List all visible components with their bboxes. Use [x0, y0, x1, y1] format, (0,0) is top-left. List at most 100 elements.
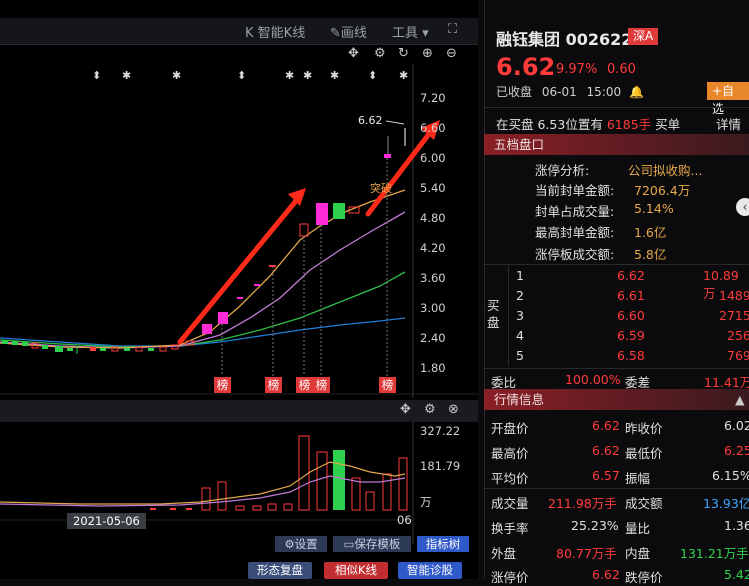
max-seal-value: 1.6亿	[634, 225, 667, 240]
move-icon[interactable]: ✥	[400, 402, 411, 417]
chevron-up-icon[interactable]: ▲	[735, 389, 745, 410]
ranking-marker[interactable]: 榜	[265, 377, 282, 393]
volume-tick: 327.22	[420, 424, 461, 438]
volume-panel-header: ✥ ⚙ ⊗	[0, 400, 478, 422]
indicator-tree-button[interactable]: 指标树	[417, 536, 469, 552]
bid-prefix: 在买盘	[496, 117, 534, 132]
volume-unit: 万	[420, 495, 432, 509]
turnover-rate-label: 换手率	[491, 521, 529, 536]
open-value: 6.62	[592, 418, 620, 433]
limit-turnover-value: 5.8亿	[634, 247, 667, 262]
kline-chart-area[interactable]: K 智能K线 ✎画线 工具 ▾ ⛶ ✥ ⚙ ↻ ⊕ ⊖ ⬍ ✱ ✱ ⬍ ✱ ✱ …	[0, 0, 478, 579]
gear-icon[interactable]: ⚙	[424, 402, 436, 417]
low-value: 6.25	[724, 443, 749, 458]
detail-link[interactable]: 详情	[716, 114, 741, 133]
price-tick: 3.60	[420, 271, 446, 285]
stock-title: 融钰集团 002622	[496, 26, 632, 50]
turnover-amount-value: 13.93亿	[703, 496, 749, 511]
low-label: 最低价	[625, 446, 663, 461]
bid-price: 6.60	[617, 308, 645, 323]
bid-level: 2	[516, 288, 524, 303]
candlestick-plot[interactable]: ⬍ ✱ ✱ ⬍ ✱ ✱ ✱ ⬍ ✱ 6.62 突破	[0, 0, 478, 400]
prev-close-value: 6.02	[724, 418, 749, 433]
stock-name: 融钰集团	[496, 30, 561, 49]
stock-code: 002622	[565, 30, 633, 49]
save-template-button[interactable]: ▭保存模板	[333, 536, 411, 552]
close-icon[interactable]: ⊗	[448, 402, 459, 417]
bid-volume: 256	[727, 328, 749, 343]
bid-volume: 769	[727, 348, 749, 363]
seal-ratio-label: 封单占成交量:	[535, 204, 615, 219]
limit-turnover-label: 涨停板成交额:	[535, 247, 615, 262]
five-level-title: 五档盘口	[494, 137, 545, 152]
tab-smart-diagnose[interactable]: 智能诊股	[398, 562, 462, 579]
ranking-marker[interactable]: 榜	[296, 377, 313, 393]
price-tick: 6.60	[420, 121, 446, 135]
bid-volume: 6185手	[606, 117, 652, 132]
day-label: 06	[397, 513, 412, 527]
bid-level: 3	[516, 308, 524, 323]
price-tick: 4.80	[420, 211, 446, 225]
seal-amount-value: 7206.4万	[634, 183, 691, 198]
star-marker[interactable]: ✱	[172, 69, 181, 82]
high-label: 最高价	[491, 446, 529, 461]
ranking-marker[interactable]: 榜	[379, 377, 396, 393]
star-marker[interactable]: ✱	[330, 69, 339, 82]
status-date: 06-01	[541, 85, 577, 99]
gear-icon: ⚙	[284, 537, 295, 551]
limit-up-label: 涨停价	[491, 570, 529, 585]
volume-ratio-value: 1.36	[724, 518, 749, 533]
ranking-marker[interactable]: 榜	[214, 377, 231, 393]
event-marker[interactable]: ⬍	[237, 69, 246, 82]
bid-price: 6.62	[617, 268, 645, 283]
avg-label: 平均价	[491, 471, 529, 486]
bell-icon[interactable]: 🔔	[629, 85, 644, 99]
ranking-marker[interactable]: 榜	[313, 377, 330, 393]
volume-value: 211.98万手	[548, 496, 617, 511]
star-marker[interactable]: ✱	[303, 69, 312, 82]
bid-price: 6.61	[617, 288, 645, 303]
add-watchlist-button[interactable]: +自选	[707, 82, 749, 116]
high-value: 6.62	[592, 443, 620, 458]
bid-level: 5	[516, 348, 524, 363]
volume-tick: 181.79	[420, 459, 461, 473]
change-amount: 0.60	[607, 62, 636, 77]
volume-ratio-label: 量比	[625, 521, 651, 536]
event-marker[interactable]: ⬍	[368, 69, 377, 82]
status-text: 已收盘	[496, 85, 533, 99]
limit-down-label: 跌停价	[625, 570, 663, 585]
last-price-tag: 6.62	[358, 114, 383, 127]
tab-pattern-review[interactable]: 形态复盘	[248, 562, 312, 579]
chevron-left-icon[interactable]: ‹	[736, 198, 749, 216]
event-marker[interactable]: ⬍	[92, 69, 101, 82]
status-time: 15:00	[586, 85, 622, 99]
five-level-header[interactable]: 五档盘口	[484, 134, 749, 155]
buy-side-label: 买盘	[487, 298, 500, 330]
tab-similar-kline[interactable]: 相似K线	[324, 562, 388, 579]
price-tick: 7.20	[420, 91, 446, 105]
price-tick: 3.00	[420, 301, 446, 315]
wei-bi-value: 100.00%	[565, 372, 621, 387]
star-marker[interactable]: ✱	[122, 69, 131, 82]
outer-label: 外盘	[491, 546, 517, 561]
star-marker[interactable]: ✱	[399, 69, 408, 82]
settings-button[interactable]: ⚙设置	[275, 536, 327, 552]
trend-arrows	[177, 120, 440, 345]
settings-label: 设置	[294, 537, 318, 551]
limit-analysis-label: 涨停分析:	[535, 163, 590, 178]
quote-info-header[interactable]: 行情信息 ▲	[484, 389, 749, 410]
prev-close-label: 昨收价	[625, 421, 663, 436]
limit-analysis-value[interactable]: 公司拟收购...	[628, 160, 702, 179]
bid-suffix: 买单	[655, 117, 681, 132]
seal-ratio-value: 5.14%	[634, 201, 674, 216]
candles	[2, 128, 406, 354]
price-tick: 6.00	[420, 151, 446, 165]
limit-up-value: 6.62	[592, 567, 620, 582]
bid-price: 6.53	[537, 117, 566, 132]
bid-mid: 位置有	[565, 117, 603, 132]
bid-volume: 1489	[719, 288, 749, 303]
star-marker[interactable]: ✱	[285, 69, 294, 82]
change-pct: 9.97%	[556, 62, 598, 77]
last-price: 6.62	[496, 53, 556, 81]
breakout-label: 突破	[370, 181, 392, 195]
